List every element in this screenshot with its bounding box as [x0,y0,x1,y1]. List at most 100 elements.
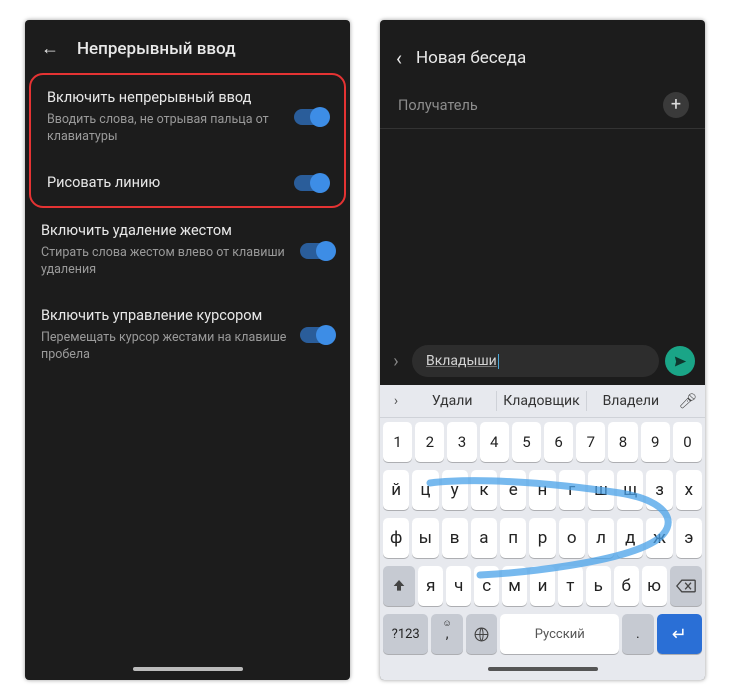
setting-gesture-delete[interactable]: Включить удаление жестом Стирать слова ж… [25,208,350,293]
recipient-placeholder: Получатель [398,97,663,114]
key-4[interactable]: 4 [480,422,509,462]
system-nav-bar[interactable] [25,658,350,680]
system-nav-bar[interactable] [380,658,705,680]
key-0[interactable]: 0 [673,422,702,462]
key-row-2: й ц у к е н г ш щ з х [380,466,705,514]
toggle-switch[interactable] [300,327,334,343]
chat-header: ‹ Новая беседа [380,20,705,84]
chat-title: Новая беседа [416,48,526,68]
key-letter[interactable]: ш [588,470,614,510]
key-letter[interactable]: к [471,470,497,510]
send-button[interactable] [665,346,695,376]
setting-desc: Вводить слова, не отрывая пальца от клав… [47,112,284,146]
back-icon[interactable]: ← [41,38,63,59]
settings-screen: ← Непрерывный ввод Включить непрерывный … [25,20,350,680]
key-7[interactable]: 7 [576,422,605,462]
suggestion-word[interactable]: Удали [410,393,494,409]
setting-title: Рисовать линию [47,174,284,193]
key-row-3: ф ы в а п р о л д ж э [380,514,705,562]
key-letter[interactable]: я [418,566,443,606]
message-input[interactable]: Вкладыши [412,345,659,377]
key-row-numbers: 1 2 3 4 5 6 7 8 9 0 [380,418,705,466]
chat-screen: ‹ Новая беседа Получатель + › Вкладыши ›… [380,20,705,680]
setting-desc: Перемещать курсор жестами на клавише про… [41,330,290,364]
key-letter[interactable]: а [471,518,497,558]
key-9[interactable]: 9 [641,422,670,462]
shift-key[interactable] [383,566,415,606]
key-letter[interactable]: й [383,470,409,510]
send-icon [673,354,688,369]
key-letter[interactable]: е [500,470,526,510]
messages-area [380,129,705,337]
key-letter[interactable]: щ [617,470,643,510]
message-text: Вкладыши [426,353,497,369]
key-letter[interactable]: х [676,470,702,510]
setting-draw-line[interactable]: Рисовать линию [31,160,344,207]
suggestion-word[interactable]: Владели [589,393,673,409]
settings-list: Включить непрерывный ввод Вводить слова,… [25,73,350,658]
key-letter[interactable]: л [588,518,614,558]
key-letter[interactable]: у [442,470,468,510]
key-letter[interactable]: в [442,518,468,558]
key-letter[interactable]: и [530,566,555,606]
toggle-switch[interactable] [294,109,328,125]
suggestion-bar: › Удали Кладовщик Владели 🎤︎ [380,385,705,418]
key-letter[interactable]: ы [412,518,438,558]
key-letter[interactable]: н [529,470,555,510]
key-letter[interactable]: ф [383,518,409,558]
mic-icon[interactable]: 🎤︎ [675,392,701,410]
setting-glide-typing[interactable]: Включить непрерывный ввод Вводить слова,… [31,75,344,160]
key-5[interactable]: 5 [512,422,541,462]
key-letter[interactable]: с [474,566,499,606]
key-letter[interactable]: г [559,470,585,510]
highlight-box: Включить непрерывный ввод Вводить слова,… [29,73,346,208]
shift-icon [391,578,407,594]
language-key[interactable] [466,614,497,654]
suggestion-word[interactable]: Кладовщик [499,393,583,409]
space-key[interactable]: Русский [500,614,619,654]
key-letter[interactable]: б [614,566,639,606]
settings-title: Непрерывный ввод [77,39,236,59]
key-letter[interactable]: ч [446,566,471,606]
key-letter[interactable]: ю [642,566,667,606]
keyboard: › Удали Кладовщик Владели 🎤︎ 1 2 3 4 5 6… [380,385,705,658]
backspace-key[interactable] [670,566,702,606]
key-letter[interactable]: э [676,518,702,558]
toggle-switch[interactable] [300,243,334,259]
setting-title: Включить удаление жестом [41,222,290,241]
recipient-row[interactable]: Получатель + [380,84,705,129]
key-letter[interactable]: ь [586,566,611,606]
key-letter[interactable]: ж [646,518,672,558]
key-letter[interactable]: м [502,566,527,606]
key-letter[interactable]: р [529,518,555,558]
key-8[interactable]: 8 [608,422,637,462]
globe-icon [473,626,490,643]
enter-key[interactable]: ↵ [657,614,702,654]
setting-title: Включить управление курсором [41,307,290,326]
key-letter[interactable]: д [617,518,643,558]
back-icon[interactable]: ‹ [396,46,402,70]
key-letter[interactable]: о [559,518,585,558]
setting-cursor-control[interactable]: Включить управление курсором Перемещать … [25,293,350,378]
key-letter[interactable]: п [500,518,526,558]
add-recipient-button[interactable]: + [663,92,689,118]
key-2[interactable]: 2 [415,422,444,462]
key-letter[interactable]: т [558,566,583,606]
key-row-4: я ч с м и т ь б ю [380,562,705,610]
key-3[interactable]: 3 [447,422,476,462]
key-letter[interactable]: ц [412,470,438,510]
chevron-right-icon[interactable]: › [384,393,408,409]
settings-header: ← Непрерывный ввод [25,20,350,73]
key-row-5: ?123 ,☺ Русский . ↵ [380,610,705,658]
toggle-switch[interactable] [294,175,328,191]
period-key[interactable]: . [622,614,653,654]
symbols-key[interactable]: ?123 [383,614,428,654]
comma-key[interactable]: ,☺ [431,614,462,654]
key-letter[interactable]: з [646,470,672,510]
text-caret [498,354,500,369]
backspace-icon [676,579,696,593]
key-6[interactable]: 6 [544,422,573,462]
expand-icon[interactable]: › [386,351,406,372]
key-1[interactable]: 1 [383,422,412,462]
composer: › Вкладыши [380,337,705,385]
